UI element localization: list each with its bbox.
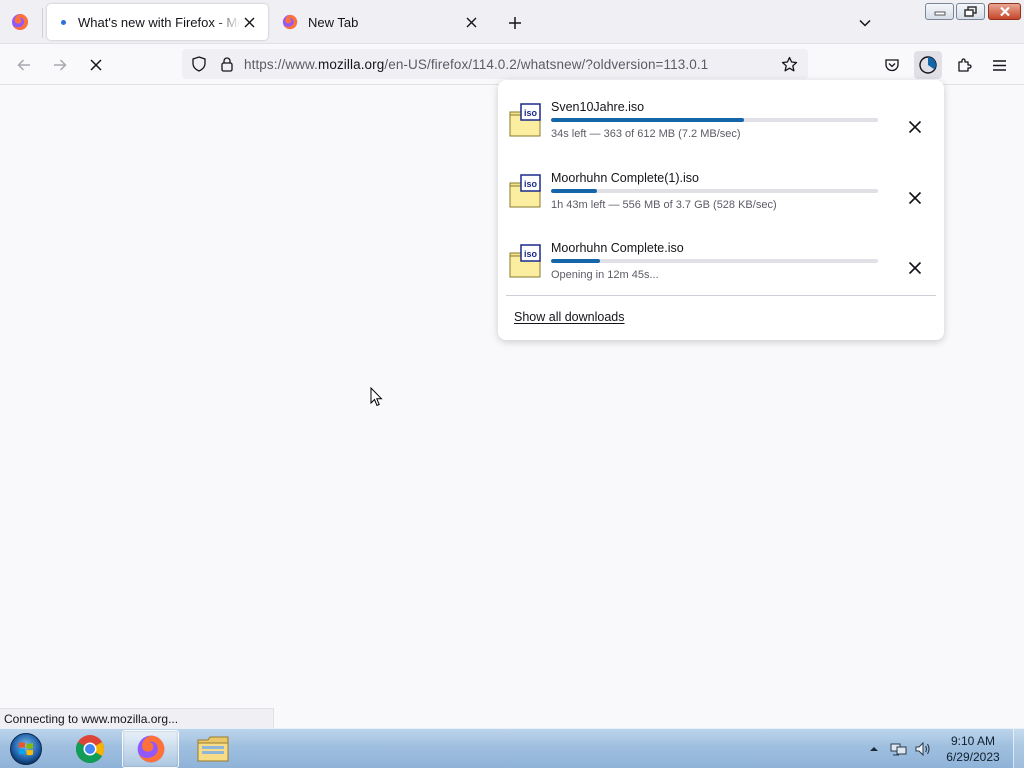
chevron-down-icon[interactable]	[854, 12, 876, 34]
iso-file-icon: iso	[508, 173, 542, 209]
status-bar: Connecting to www.mozilla.org...	[0, 708, 274, 728]
svg-text:iso: iso	[524, 108, 538, 118]
restore-button[interactable]	[956, 3, 985, 20]
firefox-taskbar-icon[interactable]	[122, 730, 179, 768]
panel-divider	[506, 295, 936, 296]
download-progress-fill	[551, 189, 597, 193]
download-item[interactable]: iso Sven10Jahre.iso 34s left — 363 of 61…	[508, 96, 934, 158]
tab-title: What's new with Firefox - More	[78, 14, 240, 30]
iso-file-icon: iso	[508, 102, 542, 138]
url-path: /en-US/firefox/114.0.2/whatsnew/?oldvers…	[384, 57, 709, 72]
minimize-button[interactable]	[925, 3, 954, 20]
shield-icon[interactable]	[190, 55, 208, 73]
url-text[interactable]: https://www.mozilla.org/en-US/firefox/11…	[244, 57, 708, 72]
tab-whats-new[interactable]: What's new with Firefox - More	[47, 4, 268, 40]
cancel-download-button[interactable]	[904, 116, 926, 138]
cancel-download-button[interactable]	[904, 257, 926, 279]
tab-separator	[42, 8, 43, 38]
navigation-toolbar: https://www.mozilla.org/en-US/firefox/11…	[0, 44, 1024, 85]
tab-close-icon[interactable]	[462, 13, 480, 31]
download-status: 34s left — 363 of 612 MB (7.2 MB/sec)	[551, 128, 741, 140]
download-progress-fill	[551, 118, 744, 122]
star-icon[interactable]	[780, 55, 798, 73]
download-progress-bar	[551, 189, 878, 193]
clock-date: 6/29/2023	[946, 750, 1000, 764]
network-icon[interactable]	[888, 729, 910, 768]
pocket-icon[interactable]	[879, 52, 905, 78]
svg-text:iso: iso	[524, 179, 538, 189]
windows-start-icon[interactable]	[7, 731, 45, 767]
system-clock[interactable]: 9:10 AM 6/29/2023	[936, 733, 1010, 765]
firefox-icon[interactable]	[10, 12, 30, 32]
lock-icon[interactable]	[218, 55, 236, 73]
chrome-icon[interactable]	[61, 730, 118, 768]
url-host: mozilla.org	[317, 57, 385, 72]
close-window-button[interactable]	[988, 3, 1021, 20]
address-bar[interactable]: https://www.mozilla.org/en-US/firefox/11…	[182, 49, 808, 79]
download-progress-bar	[551, 259, 878, 263]
url-prefix: https://www.	[244, 57, 318, 72]
download-status: Opening in 12m 45s...	[551, 269, 659, 281]
tab-new-tab[interactable]: New Tab	[272, 4, 490, 40]
tab-close-icon[interactable]	[240, 13, 258, 31]
iso-file-icon: iso	[508, 243, 542, 279]
taskbar: 9:10 AM 6/29/2023	[0, 728, 1024, 768]
file-explorer-icon[interactable]	[184, 730, 241, 768]
download-item[interactable]: iso Moorhuhn Complete.iso Opening in 12m…	[508, 237, 934, 299]
arrow-left-icon[interactable]	[11, 52, 37, 78]
download-progress-bar	[551, 118, 878, 122]
tab-title: New Tab	[308, 14, 359, 30]
cancel-download-button[interactable]	[904, 187, 926, 209]
hamburger-icon[interactable]	[986, 52, 1012, 78]
speaker-icon[interactable]	[912, 729, 934, 768]
arrow-right-icon[interactable]	[47, 52, 73, 78]
loading-dot-icon	[61, 19, 66, 25]
download-filename: Moorhuhn Complete(1).iso	[551, 171, 699, 185]
svg-text:iso: iso	[524, 249, 538, 259]
download-item[interactable]: iso Moorhuhn Complete(1).iso 1h 43m left…	[508, 167, 934, 229]
downloads-panel: iso Sven10Jahre.iso 34s left — 363 of 61…	[498, 80, 944, 340]
show-desktop-button[interactable]	[1013, 729, 1024, 768]
puzzle-icon[interactable]	[951, 52, 977, 78]
chevron-up-icon[interactable]	[866, 729, 882, 768]
download-progress-fill	[551, 259, 601, 263]
clock-time: 9:10 AM	[950, 734, 996, 748]
show-all-downloads-button[interactable]: Show all downloads	[506, 304, 936, 330]
firefox-icon	[282, 14, 298, 30]
download-filename: Sven10Jahre.iso	[551, 100, 645, 114]
download-progress-icon[interactable]	[914, 51, 942, 79]
mouse-cursor-icon	[370, 386, 384, 407]
download-status: 1h 43m left — 556 MB of 3.7 GB (528 KB/s…	[551, 199, 777, 211]
stop-loading-button[interactable]	[83, 52, 109, 78]
tab-strip: What's new with Firefox - More New Tab	[0, 0, 1024, 44]
download-filename: Moorhuhn Complete.iso	[551, 241, 684, 255]
plus-icon[interactable]	[504, 12, 526, 34]
